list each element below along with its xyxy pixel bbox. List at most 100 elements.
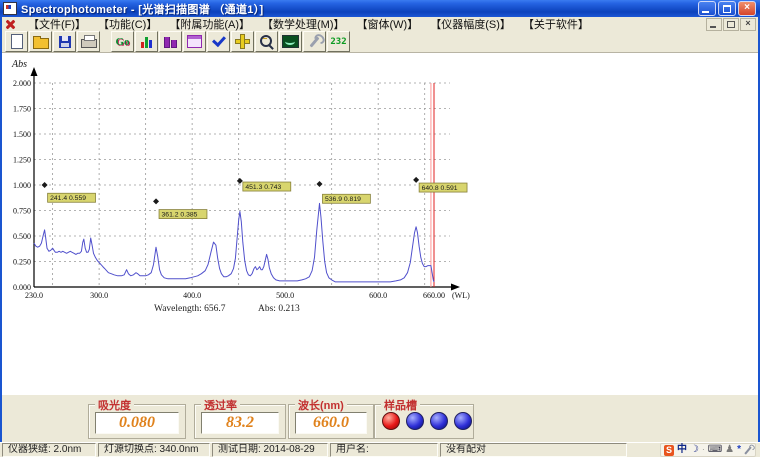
- menu-accessory[interactable]: 【附属功能(A)】: [163, 16, 256, 32]
- crosshair-button[interactable]: [231, 31, 254, 52]
- wavelength-value: 660.0: [295, 412, 367, 434]
- mdi-minimize-button[interactable]: [706, 18, 722, 31]
- svg-text:600.0: 600.0: [369, 291, 387, 300]
- chinese-mode-icon[interactable]: 中: [677, 444, 687, 456]
- sogou-icon[interactable]: S: [664, 445, 674, 456]
- menu-about[interactable]: 【关于软件】: [517, 16, 595, 32]
- print-button[interactable]: [77, 31, 100, 52]
- svg-text:230.0: 230.0: [25, 291, 43, 300]
- magnifier-icon: [260, 35, 272, 47]
- tray-wrench-icon[interactable]: [744, 446, 751, 454]
- transmittance-label: 透过率: [201, 397, 240, 413]
- menu-instrument[interactable]: 【仪器幅度(S)】: [424, 16, 517, 32]
- close-icon: ×: [739, 1, 755, 15]
- moon-icon[interactable]: ☽: [690, 444, 699, 456]
- crosshair-icon: [236, 35, 249, 48]
- input-method-tray: S 中 ☽ · ⌨ ♟ *: [660, 443, 756, 457]
- status-username: 用户名:: [330, 443, 438, 457]
- menu-math[interactable]: 【数学处理(M)】: [256, 16, 351, 32]
- mdi-close-icon: ×: [741, 17, 755, 30]
- status-test-date: 测试日期: 2014-08-29: [212, 443, 328, 457]
- svg-text:451.3 0.743: 451.3 0.743: [245, 184, 281, 191]
- settings-button[interactable]: [303, 31, 326, 52]
- mdi-close-button[interactable]: ×: [740, 18, 756, 31]
- rs232-icon: 232: [330, 37, 346, 47]
- save-button[interactable]: [53, 31, 76, 52]
- sample-cell-3[interactable]: [430, 412, 448, 430]
- status-pairing: 没有配对: [440, 443, 627, 457]
- save-icon: [59, 36, 71, 48]
- spectrum-scan-button[interactable]: [135, 31, 158, 52]
- checkmark-icon: [212, 32, 226, 46]
- svg-text:361.2 0.385: 361.2 0.385: [162, 211, 198, 218]
- minimize-button[interactable]: [698, 1, 716, 16]
- svg-text:2.000: 2.000: [13, 79, 31, 88]
- rs232-button[interactable]: 232: [327, 31, 350, 52]
- validate-button[interactable]: [207, 31, 230, 52]
- window-icon: [187, 35, 202, 48]
- photometry-button[interactable]: [159, 31, 182, 52]
- svg-text:1.250: 1.250: [13, 156, 31, 165]
- status-lamp-switch: 灯源切换点: 340.0nm: [98, 443, 210, 457]
- sample-cell-2[interactable]: [406, 412, 424, 430]
- svg-text:(WL): (WL): [452, 291, 470, 300]
- punctuation-icon[interactable]: ·: [702, 444, 705, 456]
- wavelength-label: 波长(nm): [295, 397, 347, 413]
- svg-text:Wavelength: 656.7: Wavelength: 656.7: [154, 304, 226, 314]
- svg-text:Abs: 0.213: Abs: 0.213: [258, 304, 300, 314]
- go-button[interactable]: Go: [111, 31, 134, 52]
- app-icon: [3, 2, 17, 15]
- svg-text:241.4 0.559: 241.4 0.559: [50, 195, 86, 202]
- status-slit: 仪器狭缝: 2.0nm: [2, 443, 96, 457]
- svg-text:1.500: 1.500: [13, 130, 31, 139]
- svg-text:536.9 0.819: 536.9 0.819: [325, 196, 361, 203]
- star-icon[interactable]: *: [737, 444, 741, 456]
- title-bar: Spectrophotometer - [光谱扫描图谱 （通道1）] ×: [0, 0, 760, 17]
- menu-file[interactable]: 【文件(F)】: [22, 16, 92, 32]
- svg-text:0.500: 0.500: [13, 232, 31, 241]
- window-border-left: [0, 17, 2, 457]
- transmittance-value: 83.2: [201, 412, 279, 434]
- document-icon: [5, 19, 16, 30]
- new-file-icon: [11, 34, 23, 49]
- open-folder-icon: [33, 38, 49, 49]
- status-bar: 仪器狭缝: 2.0nm 灯源切换点: 340.0nm 测试日期: 2014-08…: [0, 442, 760, 457]
- person-icon[interactable]: ♟: [725, 444, 734, 456]
- bar-chart-icon: [141, 36, 152, 48]
- window-title: Spectrophotometer - [光谱扫描图谱 （通道1）]: [21, 1, 263, 17]
- display-button[interactable]: [279, 31, 302, 52]
- menu-bar: 【文件(F)】 【功能(C)】 【附属功能(A)】 【数学处理(M)】 【窗体(…: [2, 17, 758, 32]
- sample-cell-4[interactable]: [454, 412, 472, 430]
- purple-bars-icon: [164, 36, 177, 48]
- screen-icon: [282, 35, 299, 48]
- zoom-button[interactable]: [255, 31, 278, 52]
- close-button[interactable]: ×: [738, 1, 756, 16]
- toolbar: Go 232: [2, 31, 758, 53]
- svg-text:Abs: Abs: [11, 59, 27, 70]
- svg-text:640.8 0.591: 640.8 0.591: [422, 185, 458, 192]
- svg-text:0.750: 0.750: [13, 207, 31, 216]
- sample-cell-label: 样品槽: [381, 397, 420, 413]
- menu-function[interactable]: 【功能(C)】: [92, 16, 163, 32]
- menu-window[interactable]: 【窗体(W)】: [351, 16, 425, 32]
- sample-cell-1[interactable]: [382, 412, 400, 430]
- mdi-restore-button[interactable]: [723, 18, 739, 31]
- wavelength-group: 波长(nm) 660.0: [288, 404, 374, 439]
- svg-text:1.750: 1.750: [13, 105, 31, 114]
- readout-panel: 吸光度 0.080 透过率 83.2 波长(nm) 660.0 样品槽: [2, 394, 758, 444]
- printer-icon: [81, 39, 97, 48]
- absorbance-value: 0.080: [95, 412, 179, 434]
- new-button[interactable]: [5, 31, 28, 52]
- window-mode-button[interactable]: [183, 31, 206, 52]
- svg-text:400.0: 400.0: [183, 291, 201, 300]
- keyboard-icon[interactable]: ⌨: [708, 444, 722, 456]
- restore-button[interactable]: [718, 1, 736, 16]
- spectrum-chart[interactable]: Abs2.0001.7501.5001.2501.0000.7500.5000.…: [4, 55, 474, 318]
- go-icon: Go: [115, 36, 129, 48]
- wrench-icon: [309, 36, 319, 47]
- svg-text:1.000: 1.000: [13, 181, 31, 190]
- absorbance-label: 吸光度: [95, 397, 134, 413]
- chart-client-area: Abs2.0001.7501.5001.2501.0000.7500.5000.…: [2, 53, 758, 394]
- open-button[interactable]: [29, 31, 52, 52]
- svg-text:500.0: 500.0: [276, 291, 294, 300]
